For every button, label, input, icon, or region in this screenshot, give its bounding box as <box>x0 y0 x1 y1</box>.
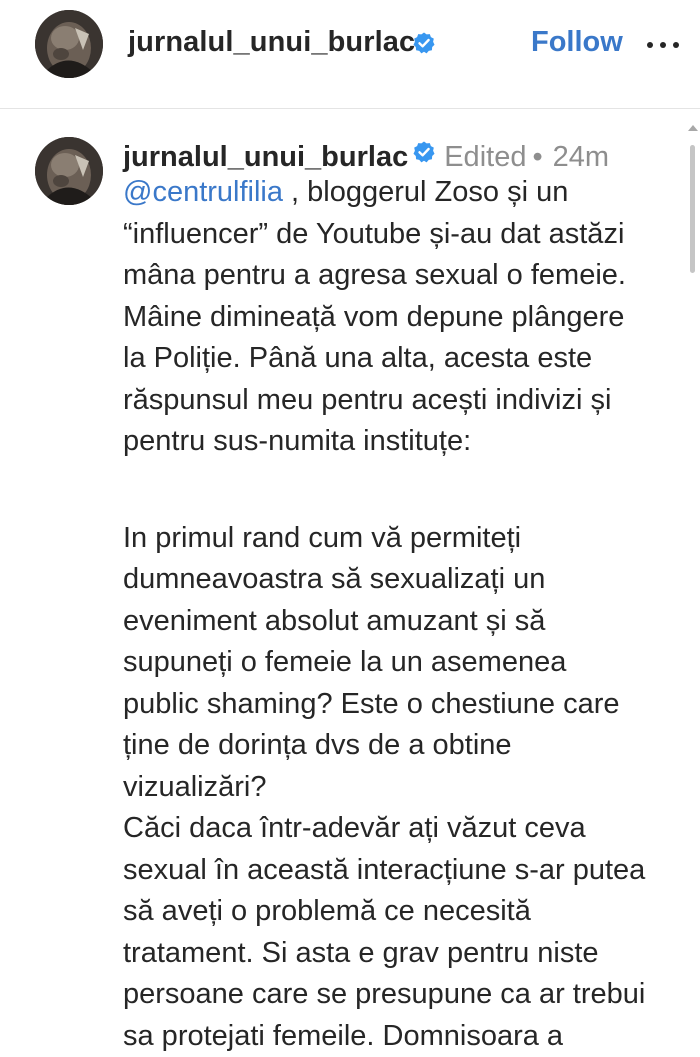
meta-separator: • <box>532 141 542 173</box>
comment-line: Mâine dimineață vom depune plângere <box>123 297 678 339</box>
scrollbar-thumb[interactable] <box>690 145 695 273</box>
comment-line: sa protejati femeile. Domnisoara a <box>123 1016 678 1057</box>
header-username[interactable]: jurnalul_unui_burlac <box>128 26 415 59</box>
comment-username[interactable]: jurnalul_unui_burlac <box>123 141 408 173</box>
comment-line: răspunsul meu pentru acești indivizi și <box>123 380 678 422</box>
comment-line: tratament. Si asta e grav pentru niste <box>123 933 678 975</box>
comment-timestamp[interactable]: 24m <box>553 141 609 173</box>
comment-line: Căci daca într-adevăr ați văzut ceva <box>123 808 678 850</box>
post-header: jurnalul_unui_burlac Follow <box>0 0 700 90</box>
follow-button[interactable]: Follow <box>531 26 623 59</box>
verified-badge-icon <box>412 31 436 60</box>
edited-label: Edited <box>444 141 526 173</box>
comment-line: In primul rand cum vă permiteți <box>123 518 678 560</box>
comment-line: sexual în această interacțiune s-ar pute… <box>123 850 678 892</box>
header-divider <box>0 108 700 109</box>
comment-line: pentru sus-numita instituțe: <box>123 421 678 463</box>
comment-line: eveniment absolut amuzant și să <box>123 601 678 643</box>
comment-line: dumneavoastra să sexualizați un <box>123 559 678 601</box>
comment-line: la Poliție. Până una alta, acesta este <box>123 338 678 380</box>
comment-line: să aveți o problemă ce necesită <box>123 891 678 933</box>
comment-line: vizualizări? <box>123 767 678 809</box>
comment-avatar[interactable] <box>35 137 103 205</box>
comment-line: public shaming? Este o chestiune care <box>123 684 678 726</box>
comment-line: supuneți o femeie la un asemenea <box>123 642 678 684</box>
comment-blank-line <box>123 463 678 518</box>
comment-text: @centrulfilia , bloggerul Zoso și un “in… <box>123 172 678 1057</box>
comment-line: mâna pentru a agresa sexual o femeie. <box>123 255 678 297</box>
mention-link[interactable]: @centrulfilia <box>123 176 283 208</box>
comment-line: “influencer” de Youtube și-au dat astăzi <box>123 214 678 256</box>
more-options-icon[interactable] <box>643 30 683 60</box>
verified-badge-icon <box>412 136 436 174</box>
scroll-up-arrow-icon[interactable] <box>688 125 698 131</box>
profile-avatar[interactable] <box>35 10 103 78</box>
comment-line: ține de dorința dvs de a obtine <box>123 725 678 767</box>
comment-line: persoane care se presupune ca ar trebui <box>123 974 678 1016</box>
comment-line-text: , bloggerul Zoso și un <box>283 176 568 208</box>
comment-line: @centrulfilia , bloggerul Zoso și un <box>123 172 678 214</box>
